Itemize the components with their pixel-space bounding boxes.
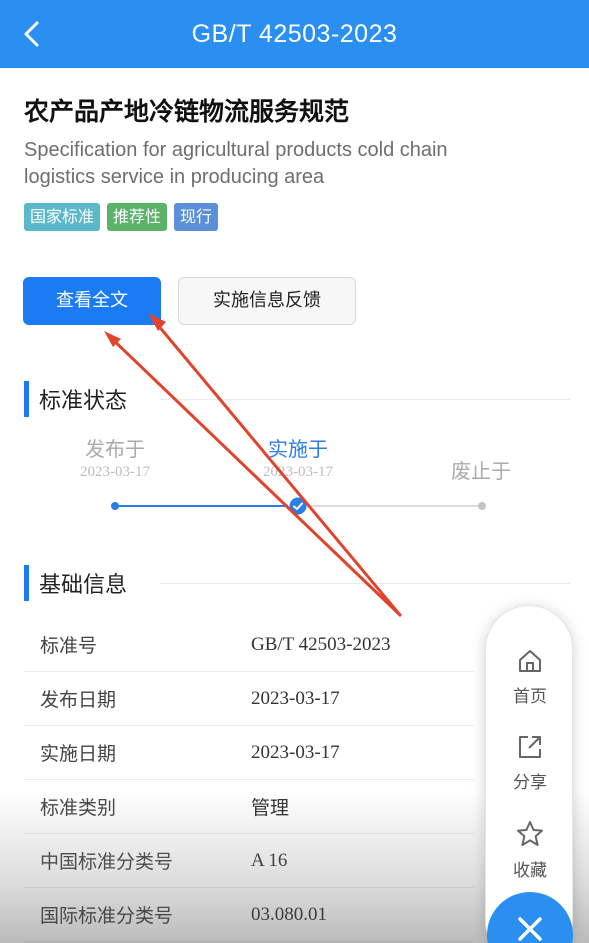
info-value: GB/T 42503-2023 (251, 633, 391, 655)
arrowhead-icon (104, 331, 121, 347)
timeline-step-date: 2023-03-17 (263, 464, 333, 480)
info-value: A 16 (251, 849, 288, 871)
timeline-progress-line (116, 505, 288, 507)
status-section-header: 标准状态 (24, 381, 127, 417)
view-full-text-button[interactable]: 查看全文 (23, 277, 161, 325)
standard-title-cn: 农产品产地冷链物流服务规范 (24, 97, 350, 126)
fab-home-button[interactable]: 首页 (486, 648, 574, 707)
section-divider (160, 583, 570, 584)
info-key: 发布日期 (40, 689, 117, 711)
timeline-dot-published (111, 502, 119, 510)
feedback-button[interactable]: 实施信息反馈 (178, 277, 356, 325)
timeline-step-label: 发布于 (85, 437, 145, 461)
info-value: 2023-03-17 (251, 687, 340, 709)
info-row-ccs: 中国标准分类号 A 16 (24, 834, 474, 888)
timeline-dot-abolished (478, 502, 486, 510)
info-row-publish-date: 发布日期 2023-03-17 (24, 672, 474, 726)
info-row-ics: 国际标准分类号 03.080.01 (24, 888, 474, 942)
info-row-category: 标准类别 管理 (24, 780, 474, 834)
timeline-step-date: 2023-03-17 (80, 464, 150, 480)
standard-title-en: Specification for agricultural products … (24, 139, 448, 188)
tag-current: 现行 (174, 203, 219, 231)
check-circle-icon (289, 497, 307, 515)
section-accent-bar (24, 381, 29, 417)
share-icon (519, 736, 541, 758)
timeline-step-label: 实施于 (268, 437, 328, 461)
fab-close-button[interactable] (487, 892, 573, 943)
timeline-step-label: 废止于 (451, 459, 511, 483)
fab-home-label: 首页 (513, 687, 547, 707)
section-accent-bar (24, 565, 29, 601)
top-navigation-bar: GB/T 42503-2023 (0, 0, 589, 68)
home-icon (519, 650, 541, 672)
fab-share-label: 分享 (513, 773, 547, 793)
tag-recommended: 推荐性 (107, 203, 168, 231)
status-section-title: 标准状态 (39, 389, 128, 414)
basic-section-header: 基础信息 (24, 565, 127, 601)
timeline-step-implemented: 实施于 2023-03-17 (233, 433, 363, 481)
info-row-standard-number: 标准号 GB/T 42503-2023 (24, 618, 474, 672)
tag-national-standard: 国家标准 (24, 203, 101, 231)
tag-list: 国家标准 推荐性 现行 (24, 203, 219, 231)
page-title: GB/T 42503-2023 (191, 20, 398, 48)
info-value: 管理 (251, 798, 290, 819)
fab-share-button[interactable]: 分享 (486, 734, 574, 793)
star-icon (517, 821, 543, 846)
timeline-step-published: 发布于 2023-03-17 (50, 433, 180, 481)
fab-favorite-label: 收藏 (513, 861, 547, 881)
basic-section-title: 基础信息 (39, 573, 128, 598)
info-key: 标准类别 (40, 797, 117, 819)
info-key: 实施日期 (40, 743, 117, 765)
info-key: 国际标准分类号 (40, 905, 174, 927)
info-row-implement-date: 实施日期 2023-03-17 (24, 726, 474, 780)
close-icon (518, 917, 542, 941)
timeline-step-abolished: 废止于 (416, 455, 546, 484)
info-value: 2023-03-17 (251, 741, 340, 763)
section-divider (160, 399, 570, 400)
fab-favorite-button[interactable]: 收藏 (486, 820, 574, 881)
info-key: 标准号 (40, 635, 98, 657)
timeline-remaining-line (308, 505, 478, 507)
info-value: 03.080.01 (251, 903, 327, 925)
info-key: 中国标准分类号 (40, 851, 174, 873)
